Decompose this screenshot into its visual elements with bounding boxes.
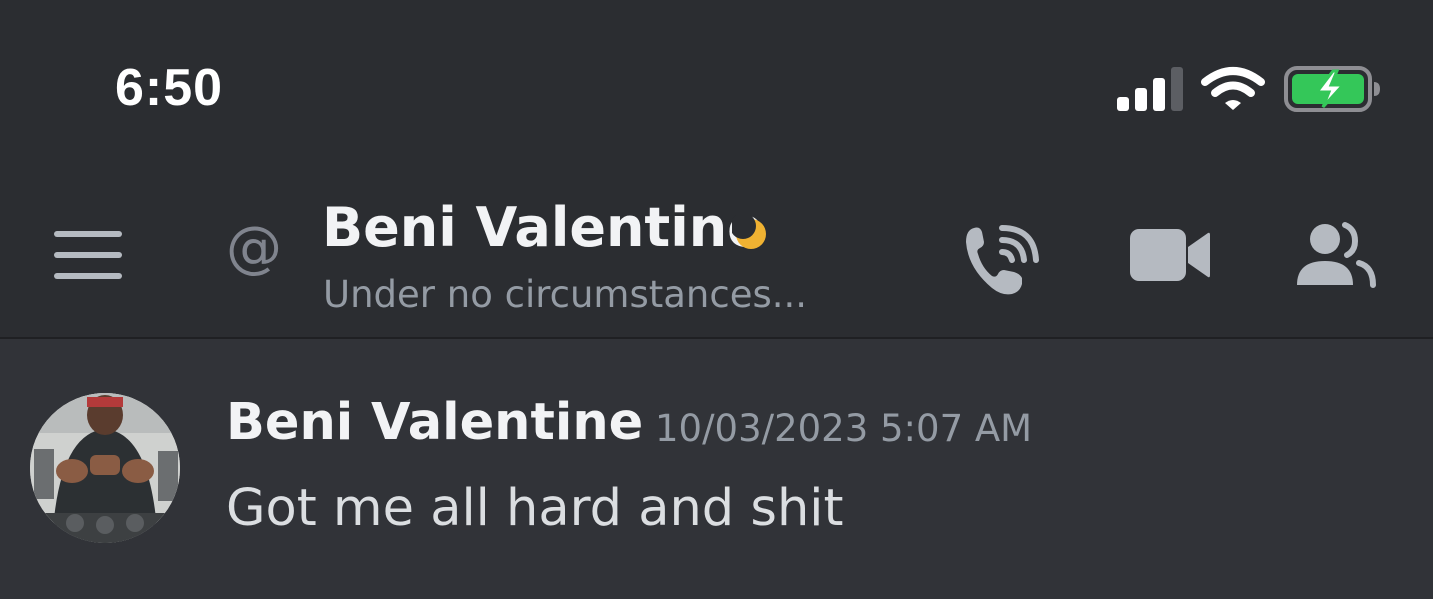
signal-bar-2: [1135, 88, 1147, 111]
idle-moon-icon: [732, 215, 766, 249]
video-camera-icon[interactable]: [1128, 225, 1212, 285]
chat-area: [0, 339, 1433, 599]
hamburger-menu-icon[interactable]: [54, 231, 124, 281]
wifi-icon: [1201, 67, 1265, 110]
message-timestamp: 10/03/2023 5:07 AM: [655, 407, 1033, 450]
dm-at-icon: @: [226, 215, 282, 280]
channel-title[interactable]: Beni Valentine: [322, 196, 764, 259]
cellular-signal-icon: [1117, 67, 1183, 111]
channel-subtitle[interactable]: Under no circumstances...: [323, 273, 807, 316]
battery-charging-icon: [1284, 66, 1380, 112]
user-avatar[interactable]: [30, 393, 180, 543]
menu-line-1: [54, 231, 122, 237]
menu-line-2: [54, 252, 122, 258]
phone-call-icon[interactable]: [962, 224, 1044, 296]
menu-line-3: [54, 273, 122, 279]
message-author[interactable]: Beni Valentine: [226, 393, 643, 452]
signal-bar-3: [1153, 78, 1165, 111]
message-content[interactable]: Got me all hard and shit: [226, 479, 843, 538]
signal-bar-4: [1171, 67, 1183, 111]
members-icon[interactable]: [1293, 221, 1377, 289]
avatar-photo: [30, 393, 180, 543]
signal-bar-1: [1117, 97, 1129, 111]
status-time: 6:50: [115, 59, 224, 117]
